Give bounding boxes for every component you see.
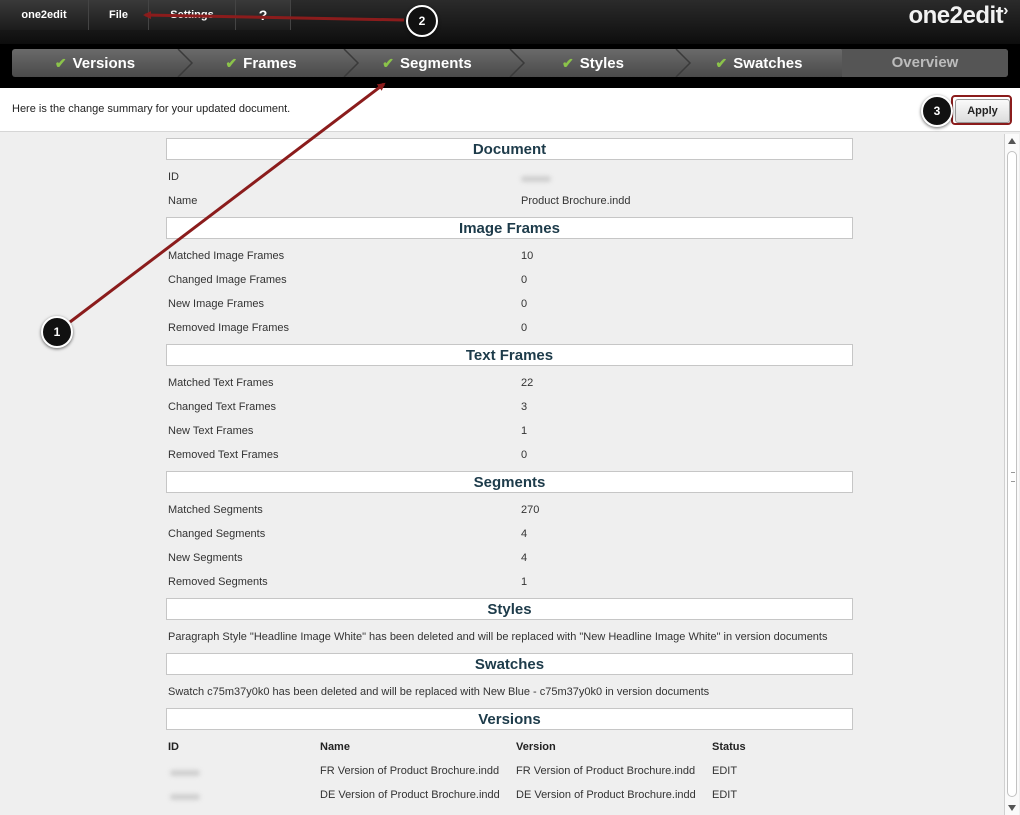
redacted-id: [170, 770, 200, 776]
row-value: 4: [521, 552, 528, 564]
step-swatches[interactable]: ✔ Swatches: [676, 49, 842, 77]
top-menu-bar: one2edit File Settings ? one2edit›: [0, 0, 1020, 44]
grip-icon: [1011, 472, 1015, 482]
version-status-cell: EDIT: [712, 789, 738, 801]
step-segments[interactable]: ✔ Segments: [344, 49, 510, 77]
version-name-cell: DE Version of Product Brochure.indd: [320, 789, 500, 801]
version-version-cell: DE Version of Product Brochure.indd: [516, 789, 696, 801]
check-icon: ✔: [54, 55, 67, 71]
one2edit-logo: one2edit›: [908, 2, 1008, 29]
row-label: Removed Segments: [168, 576, 268, 588]
section-swatches-title: Swatches: [166, 653, 853, 675]
check-icon: ✔: [715, 55, 728, 71]
styles-change-text: Paragraph Style "Headline Image White" h…: [168, 631, 828, 643]
row-label: Matched Segments: [168, 504, 263, 516]
callout-badge-1: 1: [41, 316, 73, 348]
row-value: 1: [521, 576, 528, 588]
row-label: Removed Text Frames: [168, 449, 279, 461]
version-version-cell: FR Version of Product Brochure.indd: [516, 765, 696, 777]
row-value: 0: [521, 274, 528, 286]
row-label: New Text Frames: [168, 425, 254, 437]
menu-settings[interactable]: Settings: [149, 0, 236, 30]
document-name-value: Product Brochure.indd: [521, 195, 631, 207]
section-versions-title: Versions: [166, 708, 853, 730]
check-icon: ✔: [225, 55, 238, 71]
row-label: Changed Image Frames: [168, 274, 287, 286]
step-versions[interactable]: ✔ Versions: [12, 49, 178, 77]
row-value: 10: [521, 250, 534, 262]
scroll-up-icon[interactable]: [1008, 138, 1016, 144]
redacted-id: [521, 176, 551, 182]
menu-app[interactable]: one2edit: [0, 0, 89, 30]
column-header-id: ID: [168, 741, 179, 753]
row-value: 0: [521, 449, 528, 461]
row-value: 3: [521, 401, 528, 413]
scroll-down-icon[interactable]: [1008, 805, 1016, 811]
check-icon: ✔: [562, 55, 574, 71]
summary-message: Here is the change summary for your upda…: [12, 103, 291, 115]
step-frames[interactable]: ✔ Frames: [178, 49, 344, 77]
callout-badge-3: 3: [921, 95, 953, 127]
row-label: Changed Segments: [168, 528, 266, 540]
document-id-label: ID: [168, 171, 179, 183]
row-label: Removed Image Frames: [168, 322, 290, 334]
swatches-change-text: Swatch c75m37y0k0 has been deleted and w…: [168, 686, 710, 698]
section-document-title: Document: [166, 138, 853, 160]
wizard-step-bar: ✔ Versions ✔ Frames ✔ Segments ✔ Styles ✔ Swa…: [0, 44, 1020, 88]
step-styles[interactable]: ✔ Styles: [510, 49, 676, 77]
row-value: 0: [521, 322, 528, 334]
row-value: 0: [521, 298, 528, 310]
section-styles-title: Styles: [166, 598, 853, 620]
step-list: ✔ Versions ✔ Frames ✔ Segments ✔ Styles ✔ Swa…: [12, 49, 1008, 77]
row-label: Matched Text Frames: [168, 377, 274, 389]
question-circle-icon[interactable]: ?: [236, 0, 291, 30]
menu-file[interactable]: File: [89, 0, 149, 30]
row-value: 22: [521, 377, 534, 389]
check-icon: ✔: [382, 55, 395, 71]
message-bar: Here is the change summary for your upda…: [0, 88, 1020, 132]
column-header-version: Version: [516, 741, 556, 753]
column-header-name: Name: [320, 741, 350, 753]
row-label: New Image Frames: [168, 298, 264, 310]
apply-button[interactable]: Apply: [955, 99, 1010, 123]
row-label: Changed Text Frames: [168, 401, 277, 413]
version-name-cell: FR Version of Product Brochure.indd: [320, 765, 500, 777]
step-overview[interactable]: Overview: [842, 49, 1008, 77]
row-label: Matched Image Frames: [168, 250, 285, 262]
row-value: 1: [521, 425, 528, 437]
column-header-status: Status: [712, 741, 746, 753]
row-label: New Segments: [168, 552, 243, 564]
vertical-scrollbar[interactable]: [1004, 134, 1019, 815]
version-status-cell: EDIT: [712, 765, 738, 777]
callout-badge-2: 2: [406, 5, 438, 37]
scroll-thumb[interactable]: [1007, 151, 1017, 797]
redacted-id: [170, 794, 200, 800]
row-value: 4: [521, 528, 528, 540]
row-value: 270: [521, 504, 540, 516]
section-text-frames-title: Text Frames: [166, 344, 853, 366]
section-image-frames-title: Image Frames: [166, 217, 853, 239]
section-segments-title: Segments: [166, 471, 853, 493]
apply-highlight: Apply: [951, 95, 1012, 125]
document-name-label: Name: [168, 195, 198, 207]
